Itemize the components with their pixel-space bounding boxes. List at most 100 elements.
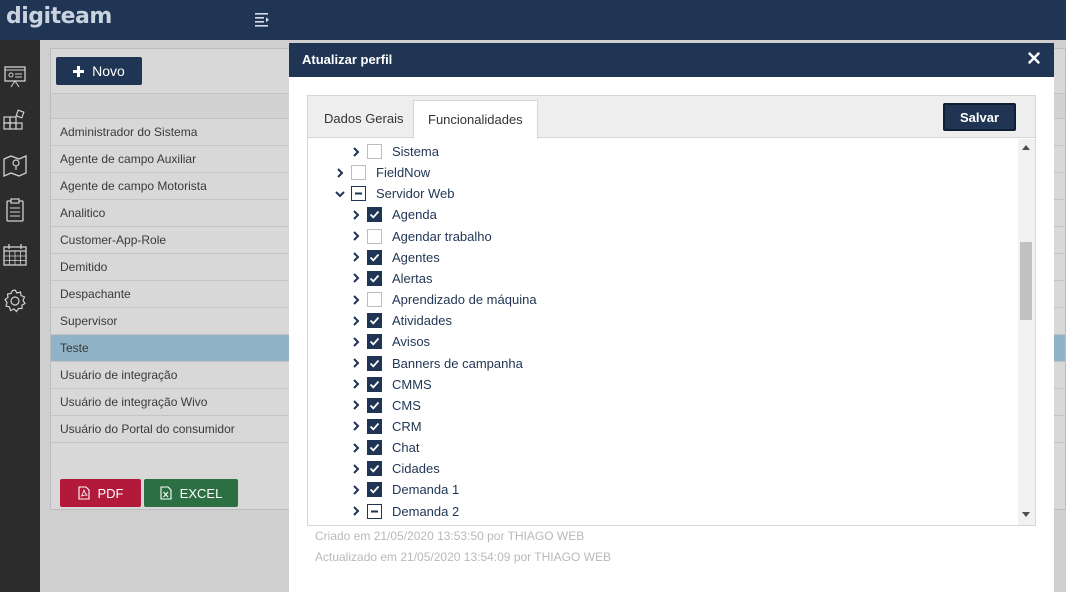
tree-node: Avisos xyxy=(350,331,430,352)
tree-node-label[interactable]: CMMS xyxy=(392,377,432,392)
check-icon xyxy=(369,359,380,368)
top-bar: digiteam xyxy=(0,0,1066,40)
tree-scrollbar[interactable] xyxy=(1018,139,1035,525)
tree-node-label[interactable]: Atividades xyxy=(392,313,452,328)
tree-checkbox[interactable] xyxy=(367,461,382,477)
check-icon xyxy=(369,317,380,325)
tree-node-label[interactable]: Agenda xyxy=(392,207,437,222)
tree-checkbox[interactable] xyxy=(367,207,382,223)
chevron-right-icon[interactable] xyxy=(350,251,362,263)
tree-checkbox[interactable] xyxy=(367,482,382,498)
tree-node: Aprendizado de máquina xyxy=(350,289,537,310)
tree-node: Alertas xyxy=(350,268,432,289)
chevron-right-icon[interactable] xyxy=(350,357,362,369)
tab-bar: Dados Gerais Funcionalidades Salvar xyxy=(308,96,1035,139)
tree-node-label[interactable]: Sistema xyxy=(392,144,439,159)
scroll-up-arrow-icon[interactable] xyxy=(1022,145,1030,150)
export-excel-button[interactable]: EXCEL xyxy=(144,479,238,507)
tree-node: CRM xyxy=(350,416,422,437)
sidebar xyxy=(0,40,40,592)
indeterminate-icon xyxy=(371,510,378,513)
chevron-right-icon[interactable] xyxy=(334,167,346,179)
tree-checkbox[interactable] xyxy=(367,503,382,519)
tree-checkbox[interactable] xyxy=(367,418,382,434)
chevron-right-icon[interactable] xyxy=(350,484,362,496)
chevron-right-icon[interactable] xyxy=(350,442,362,454)
scroll-thumb[interactable] xyxy=(1020,242,1032,320)
save-button[interactable]: Salvar xyxy=(943,103,1016,131)
chevron-right-icon[interactable] xyxy=(350,420,362,432)
tree-node: Sistema xyxy=(350,141,439,162)
close-icon[interactable] xyxy=(1028,52,1040,64)
tree-node: FieldNow xyxy=(334,162,430,183)
chevron-right-icon[interactable] xyxy=(350,463,362,475)
tree-checkbox[interactable] xyxy=(351,186,366,202)
chevron-right-icon[interactable] xyxy=(350,315,362,327)
map-icon[interactable] xyxy=(2,152,28,178)
tree-node-label[interactable]: Avisos xyxy=(392,334,430,349)
tree-checkbox[interactable] xyxy=(367,440,382,456)
tree-node-label[interactable]: CRM xyxy=(392,419,422,434)
plus-icon xyxy=(73,65,85,77)
app-logo[interactable]: digiteam xyxy=(6,4,112,29)
check-icon xyxy=(369,465,380,473)
tree-checkbox[interactable] xyxy=(351,165,366,181)
check-icon xyxy=(369,380,380,389)
chevron-right-icon[interactable] xyxy=(350,399,362,411)
tree-node-label[interactable]: Servidor Web xyxy=(376,186,455,201)
tree-checkbox[interactable] xyxy=(367,144,382,159)
menu-toggle-icon[interactable] xyxy=(254,11,270,27)
modal-body: Dados Gerais Funcionalidades Salvar Sist… xyxy=(307,95,1036,526)
chevron-right-icon[interactable] xyxy=(350,378,362,390)
tree-node-label[interactable]: FieldNow xyxy=(376,165,430,180)
tab-dados-gerais[interactable]: Dados Gerais xyxy=(310,100,417,138)
new-profile-button[interactable]: Novo xyxy=(56,57,142,85)
calendar-icon[interactable] xyxy=(2,242,28,268)
tree-node-label[interactable]: Alertas xyxy=(392,271,432,286)
tree-checkbox[interactable] xyxy=(367,228,382,244)
chevron-right-icon[interactable] xyxy=(350,272,362,284)
tree-node-label[interactable]: Demanda 1 xyxy=(392,482,459,497)
tree-checkbox[interactable] xyxy=(367,397,382,413)
permissions-tree: Sistema FieldNow Servidor Web Agenda Agendar… xyxy=(308,139,1017,525)
tree-node-label[interactable]: CMS xyxy=(392,398,421,413)
tree-checkbox[interactable] xyxy=(367,355,382,371)
gear-icon[interactable] xyxy=(2,288,28,314)
check-icon xyxy=(369,253,380,262)
chevron-right-icon[interactable] xyxy=(350,146,362,158)
presentation-icon[interactable] xyxy=(2,64,28,90)
modules-icon[interactable] xyxy=(2,108,28,134)
tree-node: CMMS xyxy=(350,374,432,395)
tab-funcionalidades[interactable]: Funcionalidades xyxy=(413,100,538,139)
chevron-right-icon[interactable] xyxy=(350,209,362,221)
chevron-right-icon[interactable] xyxy=(350,230,362,242)
chevron-down-icon[interactable] xyxy=(334,188,346,200)
new-profile-label: Novo xyxy=(92,63,125,79)
tree-node-label[interactable]: Banners de campanha xyxy=(392,356,523,371)
tree-checkbox[interactable] xyxy=(367,376,382,392)
tree-checkbox[interactable] xyxy=(367,249,382,265)
check-icon xyxy=(369,422,380,431)
chevron-right-icon[interactable] xyxy=(350,294,362,306)
export-pdf-label: PDF xyxy=(97,485,124,501)
check-icon xyxy=(369,338,380,346)
tree-checkbox[interactable] xyxy=(367,313,382,329)
clipboard-icon[interactable] xyxy=(2,197,28,223)
scroll-down-arrow-icon[interactable] xyxy=(1022,512,1030,517)
tree-node-label[interactable]: Agendar trabalho xyxy=(392,229,492,244)
tree-node: Demanda 1 xyxy=(350,479,459,500)
chevron-right-icon[interactable] xyxy=(350,336,362,348)
tree-checkbox[interactable] xyxy=(367,292,382,308)
export-pdf-button[interactable]: PDF xyxy=(60,479,141,507)
tree-node: Cidades xyxy=(350,458,440,479)
tree-node: Atividades xyxy=(350,310,452,331)
tree-checkbox[interactable] xyxy=(367,270,382,286)
tree-node-label[interactable]: Aprendizado de máquina xyxy=(392,292,537,307)
chevron-right-icon[interactable] xyxy=(350,505,362,517)
tree-node-label[interactable]: Cidades xyxy=(392,461,440,476)
tree-node: Demanda 2 xyxy=(350,501,459,522)
tree-node-label[interactable]: Agentes xyxy=(392,250,440,265)
tree-node-label[interactable]: Chat xyxy=(392,440,419,455)
tree-checkbox[interactable] xyxy=(367,334,382,350)
tree-node-label[interactable]: Demanda 2 xyxy=(392,504,459,519)
